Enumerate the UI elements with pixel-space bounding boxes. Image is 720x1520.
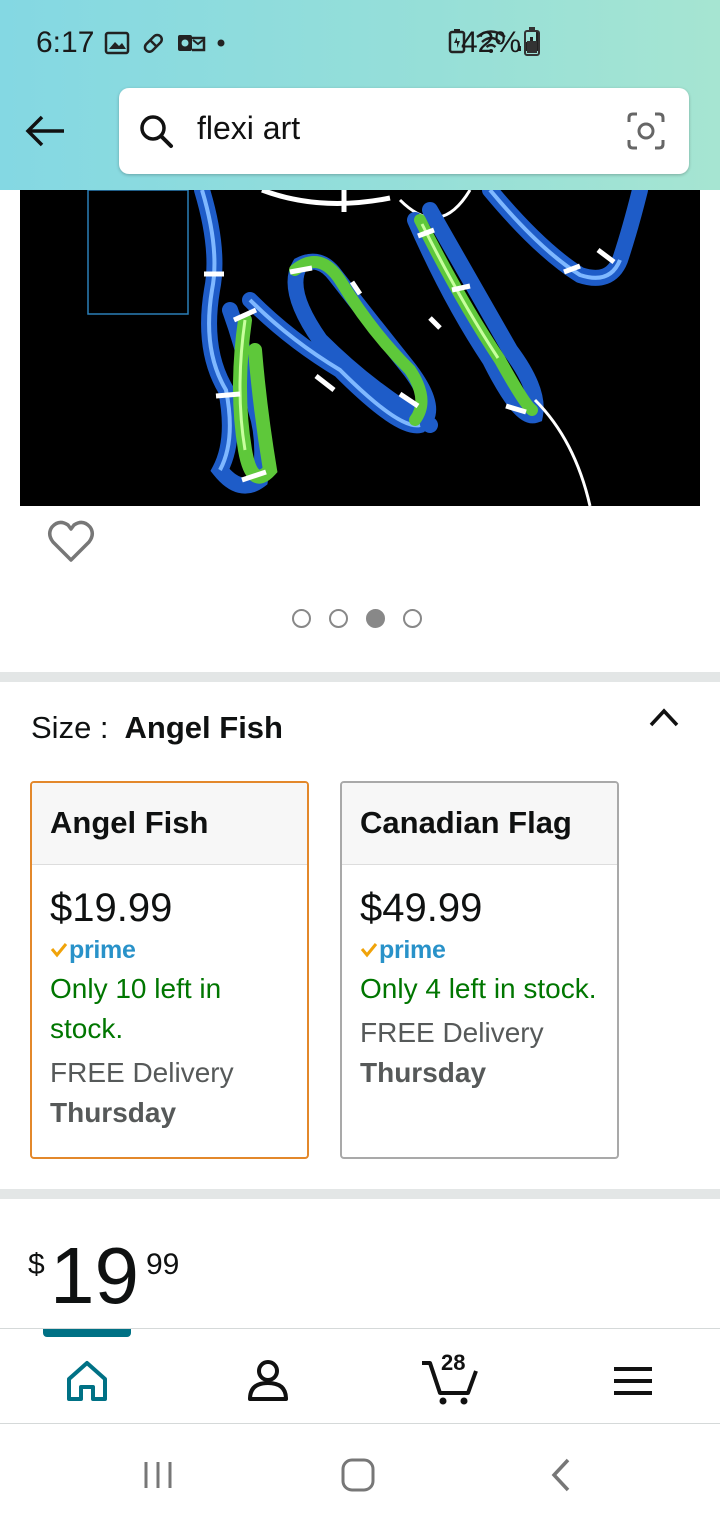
stock-status: Only 4 left in stock.: [360, 973, 597, 1004]
app-header: 6:17 42% flexi art: [0, 0, 720, 190]
carousel-dot[interactable]: [403, 609, 422, 628]
delivery-day: Thursday: [50, 1097, 177, 1128]
prime-label: prime: [379, 935, 446, 964]
delivery-info: FREE Delivery: [360, 1017, 544, 1048]
search-bar[interactable]: flexi art: [119, 88, 689, 174]
price-fraction: 99: [146, 1248, 180, 1281]
section-divider: [0, 672, 720, 682]
account-icon[interactable]: [238, 1353, 298, 1409]
outlook-icon: [178, 35, 206, 52]
prime-check-icon: [50, 943, 68, 958]
active-tab-indicator: [43, 1329, 131, 1337]
home-button-icon[interactable]: [340, 1457, 376, 1493]
search-input[interactable]: flexi art: [197, 110, 300, 147]
image-carousel-dots: [292, 609, 422, 628]
search-icon[interactable]: [137, 112, 175, 150]
wishlist-heart-icon[interactable]: [46, 516, 96, 566]
size-option-name: Canadian Flag: [342, 783, 617, 865]
battery-percentage: 42%: [461, 26, 522, 59]
product-image[interactable]: [20, 190, 700, 506]
selected-size-value: Angel Fish: [124, 710, 283, 745]
status-bar: 6:17 42%: [0, 0, 720, 88]
delivery-info: FREE Delivery: [50, 1057, 234, 1088]
carousel-dot[interactable]: [292, 609, 311, 628]
size-label: Size :: [31, 710, 109, 745]
size-option-card-selected[interactable]: Angel Fish $19.99 prime Only 10 left in …: [30, 781, 309, 1159]
carousel-dot[interactable]: [329, 609, 348, 628]
cart-count-badge: 28: [441, 1350, 466, 1375]
notification-dot-icon: [217, 39, 225, 47]
delivery-day: Thursday: [360, 1057, 487, 1088]
size-option-price: $49.99: [360, 886, 483, 930]
prime-badge: prime: [360, 935, 599, 965]
section-divider: [0, 1189, 720, 1199]
system-navigation-bar: [0, 1425, 720, 1520]
size-option-name: Angel Fish: [32, 783, 307, 865]
neon-sign-graphic: [87, 190, 648, 506]
price-whole: 19: [50, 1231, 139, 1320]
bottom-navigation: [0, 1328, 720, 1424]
gallery-icon: [104, 31, 130, 55]
home-icon[interactable]: [57, 1353, 117, 1409]
battery-icon: [524, 30, 540, 56]
camera-scan-icon[interactable]: [625, 110, 667, 152]
prime-label: prime: [69, 935, 136, 964]
size-selector-header: Size : Angel Fish: [31, 710, 283, 746]
pill-icon: [143, 33, 163, 53]
status-time: 6:17: [36, 26, 95, 59]
notification-icons: [104, 30, 226, 56]
prime-check-icon: [360, 943, 378, 958]
back-arrow-icon[interactable]: [22, 108, 68, 154]
chevron-up-icon[interactable]: [648, 705, 680, 729]
stock-status: Only 10 left in stock.: [50, 973, 222, 1044]
carousel-dot-active[interactable]: [366, 609, 385, 628]
back-nav-icon[interactable]: [546, 1457, 576, 1493]
size-option-card[interactable]: Canadian Flag $49.99 prime Only 4 left i…: [340, 781, 619, 1159]
size-option-price: $19.99: [50, 886, 173, 930]
price-currency: $: [28, 1248, 45, 1281]
menu-icon[interactable]: [602, 1353, 662, 1409]
prime-badge: prime: [50, 935, 289, 965]
recent-apps-icon[interactable]: [140, 1459, 176, 1491]
